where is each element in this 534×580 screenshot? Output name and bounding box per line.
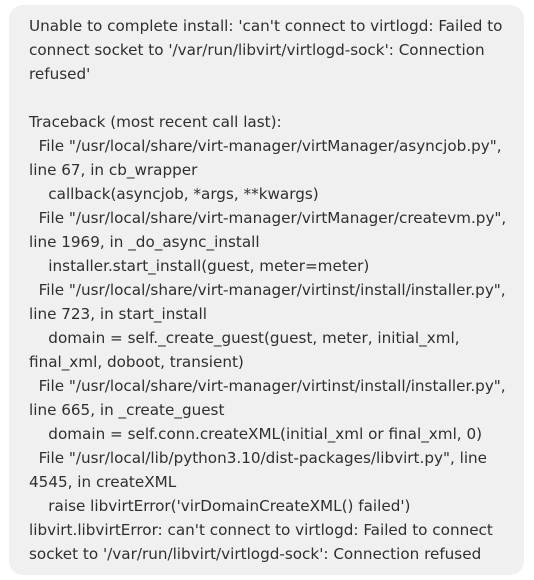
error-text-line: line 1969, in _do_async_install xyxy=(29,233,260,251)
error-traceback-text: Unable to complete install: 'can't conne… xyxy=(29,14,512,566)
error-text-line: line 723, in start_install xyxy=(29,305,207,323)
error-text-line: final_xml, doboot, transient) xyxy=(29,353,244,371)
error-text-line: installer.start_install(guest, meter=met… xyxy=(29,257,370,275)
error-text-line: File "/usr/local/share/virt-manager/virt… xyxy=(29,377,506,395)
error-text-line: Unable to complete install: 'can't conne… xyxy=(29,17,503,35)
error-text-line: connect socket to '/var/run/libvirt/virt… xyxy=(29,41,485,59)
error-text-line: Traceback (most recent call last): xyxy=(29,113,282,131)
error-text-line: refused' xyxy=(29,65,91,83)
error-text-line: domain = self.conn.createXML(initial_xml… xyxy=(29,425,483,443)
error-text-line: File "/usr/local/share/virt-manager/virt… xyxy=(29,281,506,299)
error-text-line: line 665, in _create_guest xyxy=(29,401,225,419)
error-text-line: callback(asyncjob, *args, **kwargs) xyxy=(29,185,319,203)
error-text-line: File "/usr/local/share/virt-manager/virt… xyxy=(29,209,507,227)
error-text-line: raise libvirtError('virDomainCreateXML()… xyxy=(29,497,411,515)
error-text-line: libvirt.libvirtError: can't connect to v… xyxy=(29,521,493,539)
error-text-line: File "/usr/local/lib/python3.10/dist-pac… xyxy=(29,449,488,467)
error-text-line: File "/usr/local/share/virt-manager/virt… xyxy=(29,137,502,155)
error-text-line: 4545, in createXML xyxy=(29,473,177,491)
error-text-line: line 67, in cb_wrapper xyxy=(29,161,198,179)
error-text-line: socket to '/var/run/libvirt/virtlogd-soc… xyxy=(29,545,482,563)
error-details-panel: Unable to complete install: 'can't conne… xyxy=(9,5,524,575)
error-text-line: domain = self._create_guest(guest, meter… xyxy=(29,329,460,347)
